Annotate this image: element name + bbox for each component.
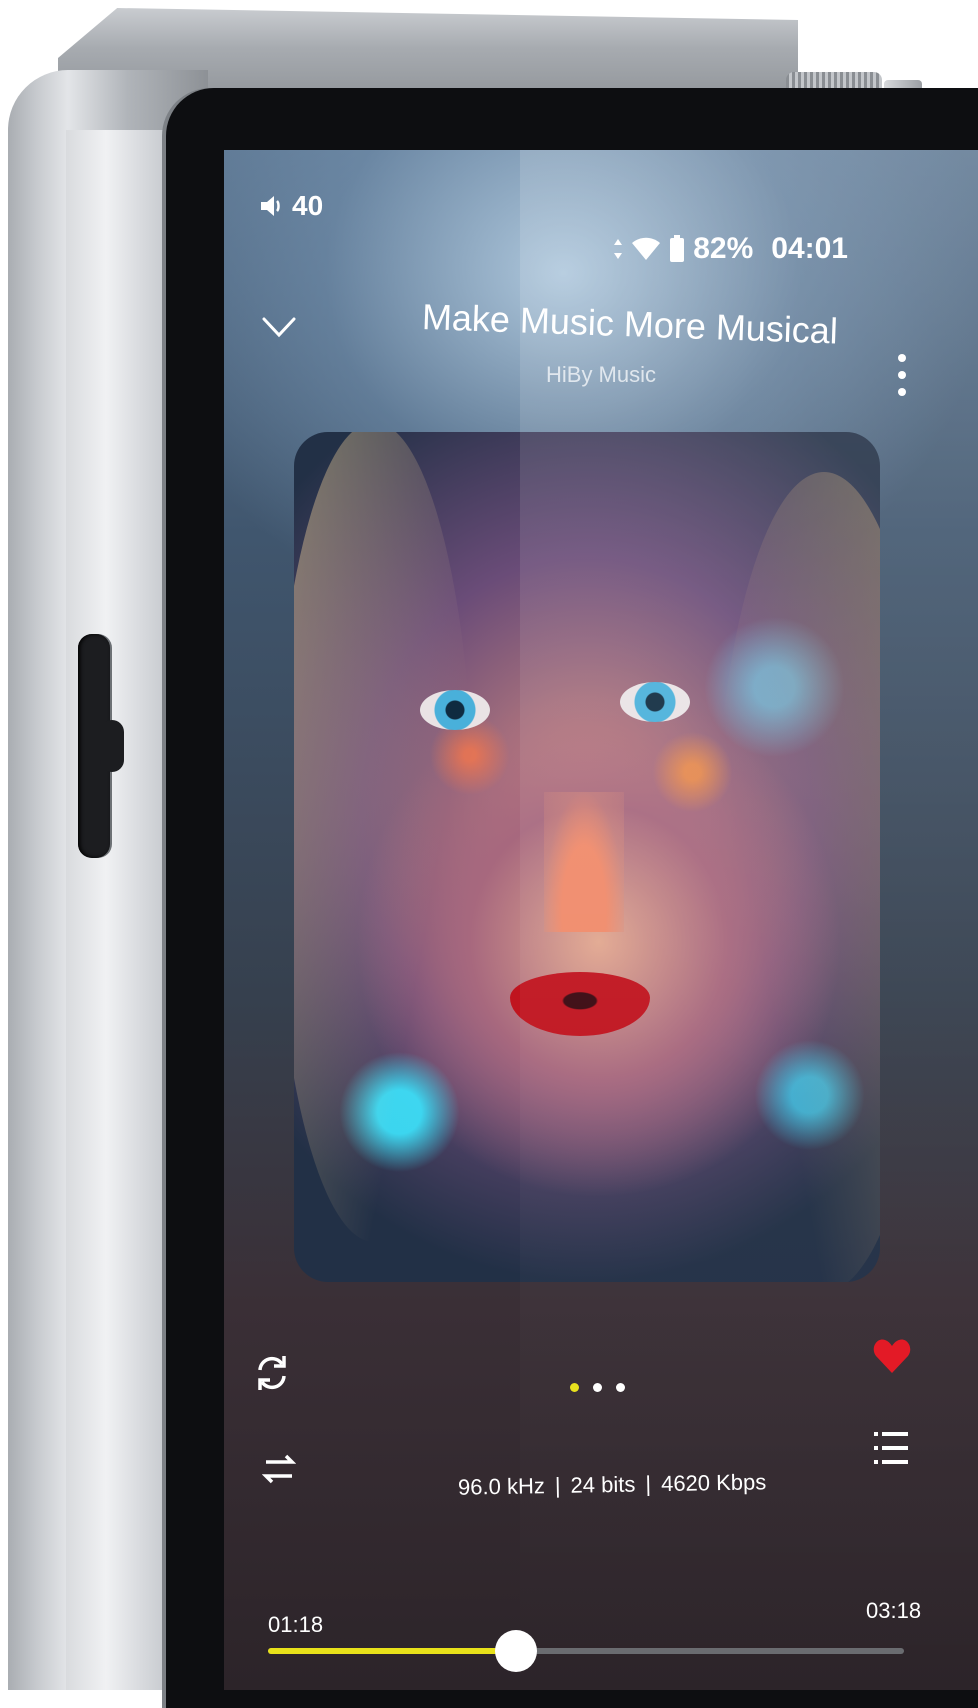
more-vertical-icon[interactable] (896, 352, 908, 398)
data-arrows-icon (614, 239, 623, 259)
album-art-lips (510, 972, 650, 1036)
total-time: 03:18 (866, 1598, 922, 1623)
repeat-icon[interactable] (252, 1352, 292, 1394)
album-art-hair-right (714, 472, 880, 1282)
status-bar: 82% 04:01 (613, 232, 848, 266)
elapsed-time: 01:18 (268, 1612, 324, 1637)
sample-rate: 96.0 kHz (457, 1473, 546, 1500)
page-dot[interactable] (616, 1383, 625, 1392)
play-order-icon[interactable] (262, 1448, 296, 1490)
format-separator: | (645, 1471, 652, 1497)
speaker-icon (261, 196, 280, 216)
clock: 04:01 (771, 232, 848, 265)
progress-thumb[interactable] (495, 1630, 538, 1672)
album-art-eye-right (620, 682, 690, 722)
volume-indicator: 40 (258, 190, 323, 222)
page-indicator[interactable] (570, 1383, 625, 1392)
format-separator: | (554, 1472, 561, 1498)
album-art[interactable] (294, 432, 880, 1282)
volume-level: 40 (292, 190, 324, 221)
page-dot[interactable] (593, 1383, 602, 1392)
audio-format-info: 96.0 kHz | 24 bits | 4620 Kbps (458, 1469, 767, 1500)
album-art-eye-left (420, 690, 490, 730)
device-side-edge (66, 130, 166, 1690)
album-art-nose (544, 792, 624, 932)
heart-icon[interactable] (872, 1336, 912, 1376)
playlist-icon[interactable] (872, 1426, 910, 1470)
artist-name: HiBy Music (546, 362, 657, 387)
progress-bar[interactable] (268, 1630, 904, 1672)
side-button-nub (100, 720, 124, 772)
album-art-hair-left (294, 432, 474, 1242)
battery-icon (670, 235, 685, 262)
wifi-icon (632, 237, 661, 260)
battery-percent: 82% (693, 232, 754, 265)
bitrate: 4620 Kbps (660, 1469, 767, 1497)
progress-fill (268, 1648, 517, 1654)
bit-depth: 24 bits (570, 1471, 636, 1498)
page-dot[interactable] (570, 1383, 579, 1392)
chevron-down-icon[interactable] (262, 316, 296, 338)
